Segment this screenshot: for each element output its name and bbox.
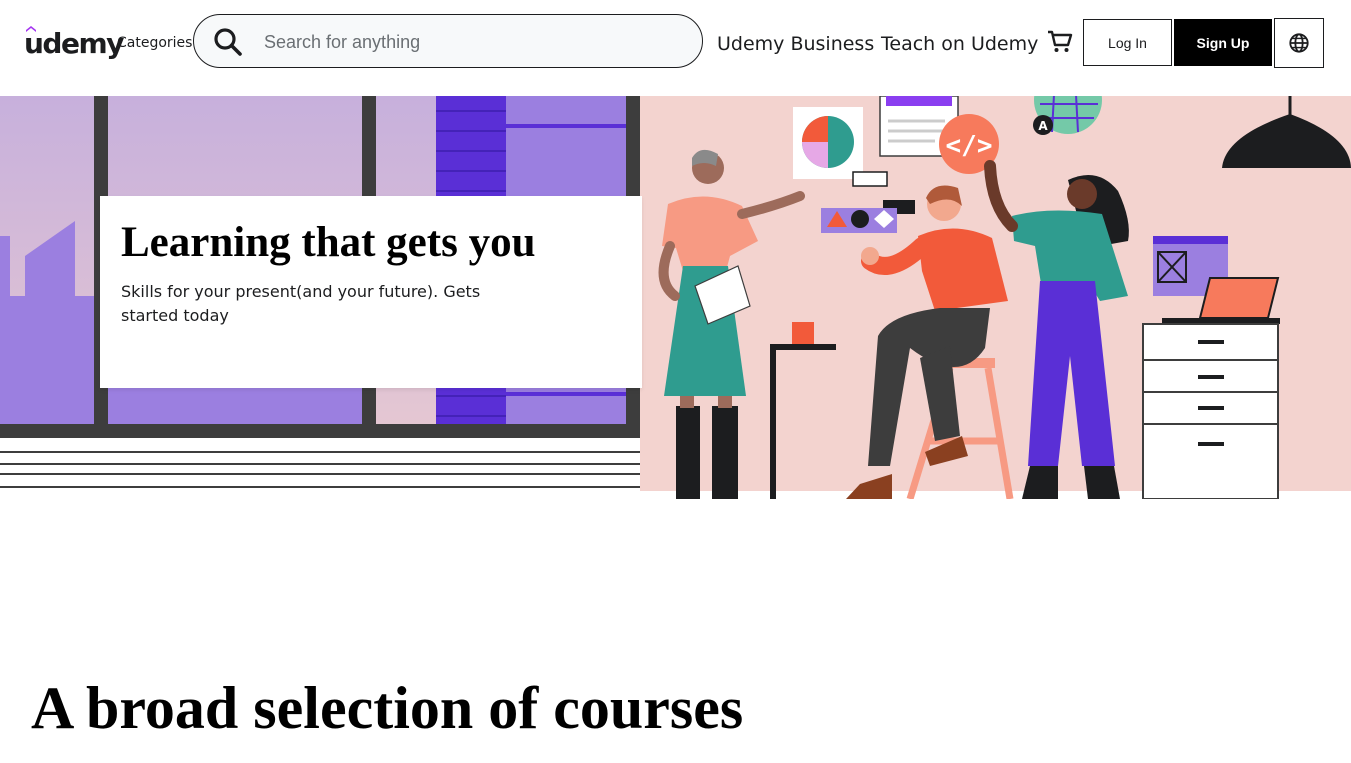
hero-title: Learning that gets you bbox=[121, 219, 536, 266]
svg-text:A: A bbox=[1038, 119, 1048, 133]
nav-teach-on-udemy[interactable]: Teach on Udemy bbox=[881, 32, 1038, 56]
svg-text:</>: </> bbox=[946, 131, 993, 161]
page: udemy Categories Udemy Business Teach on… bbox=[0, 0, 1351, 763]
hero-banner: </> A Learning that gets you Skills for … bbox=[0, 96, 1351, 499]
categories-menu[interactable]: Categories bbox=[117, 33, 192, 53]
top-header: udemy Categories Udemy Business Teach on… bbox=[0, 0, 1351, 88]
search-input[interactable] bbox=[262, 27, 686, 57]
globe-icon bbox=[1289, 33, 1309, 53]
cart-icon[interactable] bbox=[1046, 29, 1074, 55]
login-button[interactable]: Log In bbox=[1083, 19, 1172, 66]
search-bar[interactable] bbox=[193, 14, 703, 68]
hero-card: Learning that gets you Skills for your p… bbox=[100, 196, 642, 388]
hero-subtitle: Skills for your present(and your future)… bbox=[121, 282, 481, 325]
language-button[interactable] bbox=[1274, 18, 1324, 68]
udemy-logo[interactable]: udemy bbox=[24, 24, 124, 64]
section-title: A broad selection of courses bbox=[31, 675, 744, 741]
signup-button[interactable]: Sign Up bbox=[1174, 19, 1272, 66]
search-icon[interactable] bbox=[212, 26, 244, 58]
nav-udemy-business[interactable]: Udemy Business bbox=[717, 32, 874, 56]
logo-text: udemy bbox=[24, 27, 124, 60]
